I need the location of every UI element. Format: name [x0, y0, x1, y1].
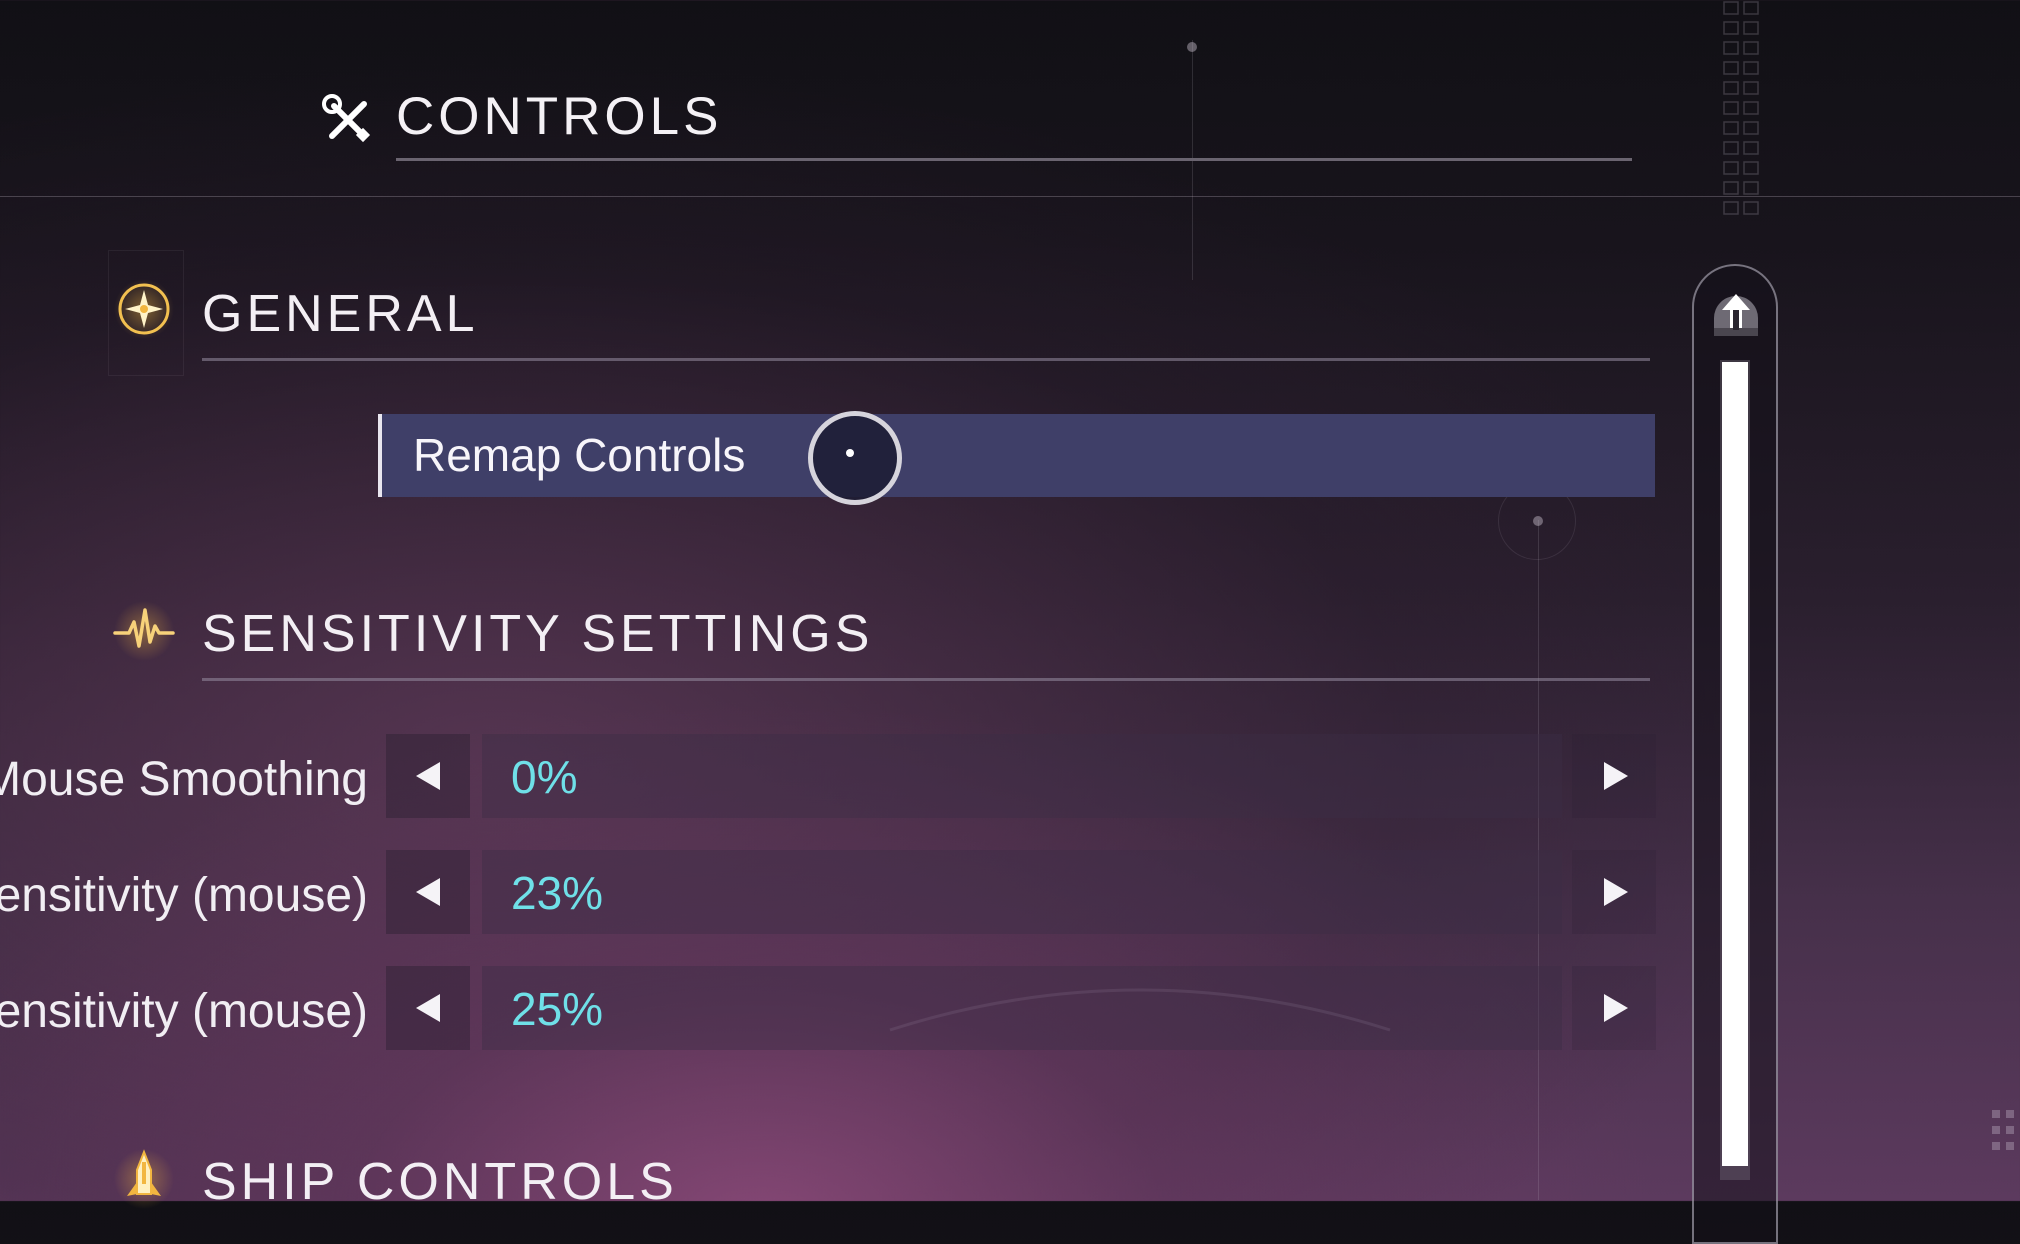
arrow-right-icon: [1604, 994, 1628, 1022]
setting-value: 0%: [511, 751, 578, 803]
compass-icon: [114, 279, 174, 339]
arrow-left-icon: [416, 878, 440, 906]
cursor-ring: [808, 411, 902, 505]
setting-value: 23%: [511, 867, 604, 919]
increase-button[interactable]: [1572, 850, 1656, 934]
setting-label-mouse-smoothing: Mouse Smoothing: [0, 753, 368, 806]
section-title-ship-controls: SHIP CONTROLS: [202, 1153, 678, 1211]
arrow-right-icon: [1604, 878, 1628, 906]
value-field[interactable]: [482, 734, 1562, 818]
increase-button[interactable]: [1572, 734, 1656, 818]
arrow-left-icon: [416, 762, 440, 790]
decor-dot: [1187, 42, 1197, 52]
section-title-general: GENERAL: [202, 285, 479, 343]
arrow-right-icon: [1604, 762, 1628, 790]
value-field[interactable]: [482, 850, 1562, 934]
decrease-button[interactable]: [386, 734, 470, 818]
section-underline: [202, 358, 1650, 361]
decrease-button[interactable]: [386, 850, 470, 934]
setting-label-sensitivity: Sensitivity (mouse): [0, 985, 368, 1038]
cursor-dot: [846, 449, 854, 457]
increase-button[interactable]: [1572, 966, 1656, 1050]
wrench-screwdriver-icon: [322, 94, 371, 143]
value-field[interactable]: [482, 966, 1562, 1050]
setting-label-sensitivity: Sensitivity (mouse): [0, 869, 368, 922]
decrease-button[interactable]: [386, 966, 470, 1050]
section-title-sensitivity: SENSITIVITY SETTINGS: [202, 605, 874, 663]
decor-grid: [1723, 1, 1759, 215]
decor-dots: [1992, 1110, 2014, 1150]
scrollbar-thumb[interactable]: [1722, 362, 1748, 1166]
setting-value: 25%: [511, 983, 604, 1035]
scroll-top-icon[interactable]: [1708, 288, 1764, 344]
header-divider: [0, 196, 2020, 197]
section-underline: [202, 678, 1650, 681]
title-underline: [396, 158, 1632, 161]
page-title: CONTROLS: [396, 87, 723, 146]
pulse-icon: [113, 601, 175, 661]
remap-controls-label: Remap Controls: [413, 429, 746, 481]
arrow-left-icon: [416, 994, 440, 1022]
